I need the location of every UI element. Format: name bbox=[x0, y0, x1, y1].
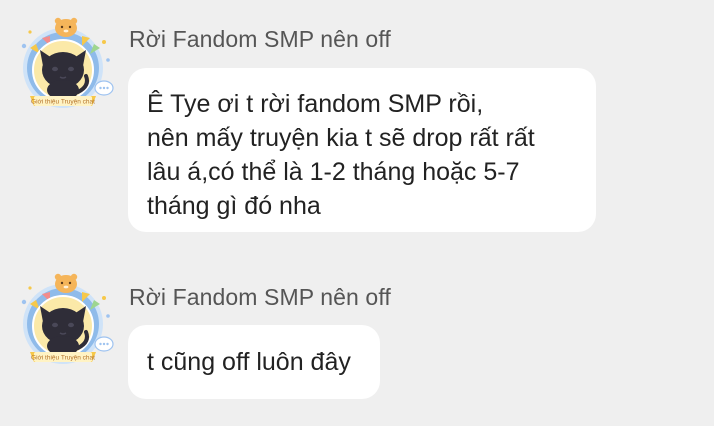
avatar[interactable]: Giới thiệu Truyện chat bbox=[16, 14, 114, 114]
message-text-line: lâu á,có thể là 1-2 tháng hoặc 5-7 bbox=[147, 158, 520, 186]
sender-name: Rời Fandom SMP nên off bbox=[129, 26, 391, 52]
chat-bubble-icon bbox=[94, 80, 114, 96]
message-text-line: Ê Tye ơi t rời fandom SMP rồi, bbox=[147, 90, 484, 118]
avatar-banner-text: Giới thiệu Truyện chat bbox=[31, 99, 95, 106]
avatar[interactable]: Giới thiệu Truyện chat bbox=[16, 270, 114, 370]
message-text-line: nên mấy truyện kia t sẽ drop rất rất bbox=[147, 124, 535, 152]
message-bubble[interactable]: Ê Tye ơi t rời fandom SMP rồi, nên mấy t… bbox=[128, 68, 596, 232]
chat-message: Giới thiệu Truyện chat Rời Fandom SMP nê… bbox=[0, 258, 714, 426]
avatar-banner-text: Giới thiệu Truyện chat bbox=[31, 355, 95, 362]
message-bubble[interactable]: t cũng off luôn đây bbox=[128, 325, 380, 399]
cat-avatar-icon: Giới thiệu Truyện chat bbox=[21, 273, 114, 364]
chat-message: Giới thiệu Truyện chat Rời Fandom SMP nê… bbox=[0, 0, 714, 250]
sender-name: Rời Fandom SMP nên off bbox=[129, 284, 391, 310]
message-text-line: tháng gì đó nha bbox=[147, 192, 321, 220]
message-text-line: t cũng off luôn đây bbox=[147, 348, 351, 376]
chat-bubble-icon bbox=[94, 336, 114, 352]
cat-avatar-icon: Giới thiệu Truyện chat bbox=[21, 17, 114, 108]
